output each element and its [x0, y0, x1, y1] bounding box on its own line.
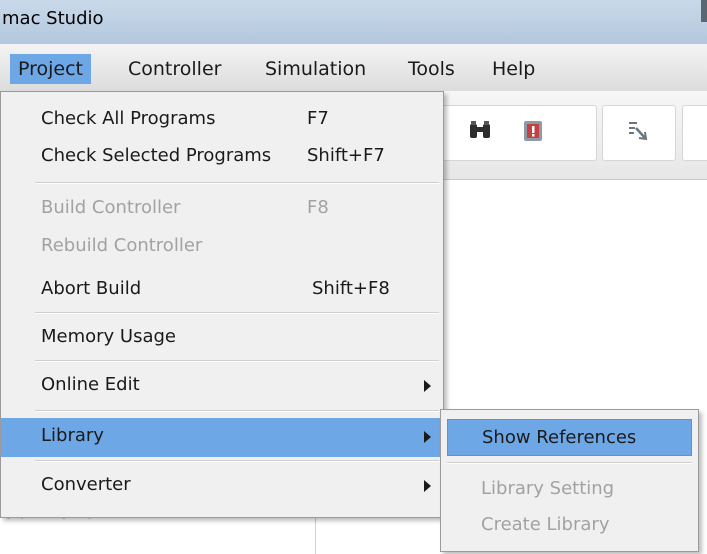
menu-item-label: Library: [41, 425, 104, 446]
menu-item-library[interactable]: Library: [1, 418, 443, 457]
submenu-item-label: Library Setting: [481, 478, 615, 499]
submenu-item-label: Show References: [482, 427, 637, 448]
submenu-item-library-setting[interactable]: Library Setting: [447, 471, 692, 508]
menu-separator: [447, 462, 692, 464]
submenu-item-show-references[interactable]: Show References: [447, 419, 692, 456]
library-submenu: Show References Library Setting Create L…: [440, 409, 699, 552]
menu-item-shortcut: Shift+F8: [312, 278, 390, 299]
title-bar: mac Studio: [0, 0, 707, 44]
submenu-arrow-icon: [424, 480, 431, 492]
menu-item-label: Rebuild Controller: [41, 235, 203, 256]
menu-item-shortcut: Shift+F7: [307, 145, 385, 166]
submenu-item-create-library[interactable]: Create Library: [447, 507, 692, 544]
menu-simulation[interactable]: Simulation: [257, 54, 374, 84]
menu-item-label: Online Edit: [41, 374, 140, 395]
toolbar-group-debug: [602, 105, 676, 161]
menu-item-label: Abort Build: [41, 278, 142, 299]
menu-item-shortcut: F7: [307, 108, 329, 129]
menu-item-check-selected-programs[interactable]: Check Selected Programs Shift+F7: [1, 139, 443, 176]
menu-item-label: Build Controller: [41, 197, 181, 218]
step-into-icon[interactable]: [625, 118, 651, 144]
menu-item-label: Check All Programs: [41, 108, 216, 129]
window-frame-edge: [701, 0, 707, 22]
menu-separator: [35, 410, 439, 412]
menu-separator: [35, 312, 439, 314]
menu-item-build-controller[interactable]: Build Controller F8: [1, 191, 443, 228]
menu-item-abort-build[interactable]: Abort Build Shift+F8: [1, 272, 443, 309]
menu-item-rebuild-controller[interactable]: Rebuild Controller: [1, 229, 443, 266]
menu-item-label: Memory Usage: [41, 326, 177, 347]
menu-separator: [35, 360, 439, 362]
toolbar-group-find: [440, 105, 597, 161]
submenu-arrow-icon: [424, 431, 431, 443]
submenu-item-label: Create Library: [481, 514, 610, 535]
menu-item-label: Check Selected Programs: [41, 145, 272, 166]
menu-separator: [35, 182, 439, 184]
menu-item-converter[interactable]: Converter: [1, 468, 443, 505]
menu-tools[interactable]: Tools: [400, 54, 463, 84]
menu-separator: [35, 460, 439, 462]
menu-item-check-all-programs[interactable]: Check All Programs F7: [1, 102, 443, 139]
menu-item-label: Converter: [41, 474, 131, 495]
binoculars-icon[interactable]: [467, 118, 493, 144]
menu-item-memory-usage[interactable]: Memory Usage: [1, 320, 443, 357]
toolbar: [440, 91, 707, 180]
menu-help[interactable]: Help: [484, 54, 543, 84]
menu-controller[interactable]: Controller: [120, 54, 229, 84]
project-menu-dropdown: Check All Programs F7 Check Selected Pro…: [0, 91, 444, 518]
error-marker-icon[interactable]: [521, 118, 547, 144]
toolbar-group-more: [682, 105, 707, 161]
submenu-arrow-icon: [424, 380, 431, 392]
menu-item-shortcut: F8: [307, 197, 329, 218]
menu-item-online-edit[interactable]: Online Edit: [1, 368, 443, 405]
menu-project[interactable]: Project: [10, 54, 92, 84]
menu-bar: Project Controller Simulation Tools Help: [0, 44, 707, 92]
window-title: mac Studio: [2, 8, 104, 29]
